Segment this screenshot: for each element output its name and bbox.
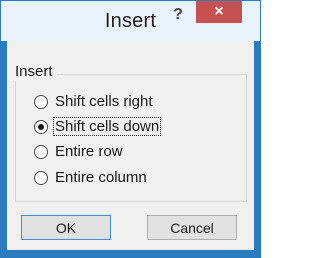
option-label: Shift cells down bbox=[52, 117, 162, 136]
option-label: Entire column bbox=[55, 169, 147, 186]
radio-entire-row[interactable]: Entire row bbox=[34, 141, 124, 162]
option-label: Shift cells right bbox=[55, 93, 153, 110]
ok-button[interactable]: OK bbox=[21, 215, 111, 240]
option-label: Entire row bbox=[55, 143, 123, 160]
group-label: Insert bbox=[15, 63, 57, 81]
insert-dialog: Insert ? × Insert Shift cells right Shif… bbox=[0, 0, 261, 258]
cancel-button[interactable]: Cancel bbox=[147, 215, 237, 240]
radio-button[interactable] bbox=[34, 170, 48, 185]
radio-shift-cells-down[interactable]: Shift cells down bbox=[34, 116, 162, 137]
radio-entire-column[interactable]: Entire column bbox=[34, 167, 148, 188]
title-bar: Insert ? × bbox=[1, 1, 260, 41]
radio-button[interactable] bbox=[34, 94, 48, 109]
radio-shift-cells-right[interactable]: Shift cells right bbox=[34, 91, 154, 112]
radio-button[interactable] bbox=[34, 144, 48, 159]
dialog-body: Insert Shift cells right Shift cells dow… bbox=[7, 41, 254, 250]
radio-button-selected[interactable] bbox=[34, 119, 48, 134]
close-icon[interactable]: × bbox=[196, 1, 242, 23]
help-icon[interactable]: ? bbox=[169, 4, 187, 26]
